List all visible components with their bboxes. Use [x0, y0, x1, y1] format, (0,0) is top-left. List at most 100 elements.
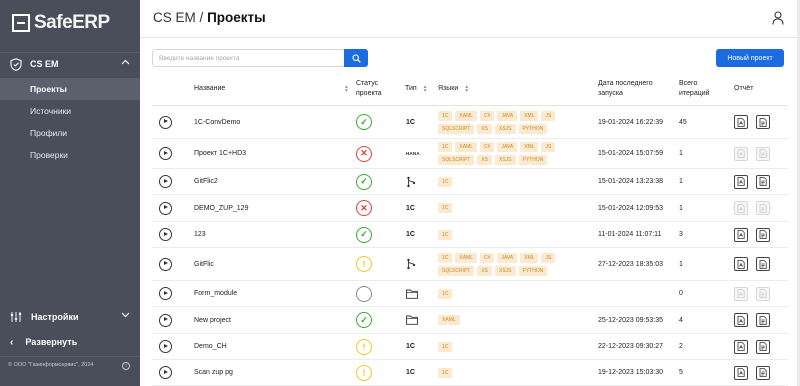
- search-icon: [351, 53, 361, 63]
- column-header-status[interactable]: Статус проекта: [356, 72, 390, 106]
- table-row[interactable]: GitFlic! 1C XAML C# JAVA XML JS SQLSCRIPT XS XSJS…: [152, 248, 788, 281]
- pdf-report-button[interactable]: [734, 227, 748, 242]
- pdf-report-button[interactable]: [734, 201, 748, 215]
- run-scan-button[interactable]: [159, 147, 172, 160]
- pdf-report-button[interactable]: [734, 146, 748, 161]
- doc-icon: [759, 368, 767, 377]
- git-branch-icon: [407, 258, 416, 270]
- table-row[interactable]: GitFlic2 ✓ 1C 15-01-2024 13:23:38 1: [152, 169, 788, 195]
- run-scan-button[interactable]: [159, 287, 172, 300]
- last-run-date: 27-12-2023 18:35:03: [598, 260, 663, 268]
- run-scan-button[interactable]: [159, 257, 172, 271]
- iterations-count: 5: [679, 369, 683, 376]
- project-name-link[interactable]: Demo_CH: [194, 343, 227, 350]
- table-body: 1C-ConvDemo ✓ 1C 1C XAML C# JAVA XML JS SQLSCRIPT…: [152, 106, 788, 386]
- run-scan-button[interactable]: [159, 228, 172, 241]
- pdf-report-button[interactable]: [734, 257, 748, 271]
- new-project-button[interactable]: Новый проект: [716, 49, 784, 67]
- doc-report-button[interactable]: [756, 201, 770, 215]
- language-tags: 1C: [438, 341, 588, 352]
- doc-report-button[interactable]: [756, 174, 770, 189]
- doc-report-button[interactable]: [756, 257, 770, 271]
- run-scan-button[interactable]: [159, 115, 172, 129]
- column-header-name[interactable]: Название ▲ ▼: [194, 72, 349, 106]
- doc-icon: [759, 203, 767, 213]
- table-row[interactable]: 123 ✓ 1C 1C 11-01-2024 11:07:11 3: [152, 222, 788, 248]
- info-icon[interactable]: i: [122, 362, 130, 370]
- git-branch-icon: [407, 176, 416, 187]
- user-icon[interactable]: [772, 11, 784, 25]
- doc-icon: [759, 117, 767, 127]
- language-tag: XSJS: [495, 265, 516, 276]
- pdf-report-button[interactable]: [734, 286, 748, 301]
- pdf-icon: [737, 230, 745, 239]
- table-row[interactable]: Demo_CH! 1C 1C 22-12-2023 09:30:27 2: [152, 334, 788, 360]
- breadcrumb-product[interactable]: CS EM: [153, 10, 196, 25]
- project-name-link[interactable]: New project: [194, 317, 231, 324]
- pdf-report-button[interactable]: [734, 365, 748, 380]
- sidebar-section-cs-em[interactable]: CS EM: [0, 52, 140, 76]
- sidebar-item-label: Проекты: [30, 84, 67, 94]
- doc-report-button[interactable]: [756, 227, 770, 242]
- sidebar-item-sources[interactable]: Источники: [0, 100, 140, 122]
- table-row[interactable]: Проект 1С+HD3 ✕ HANA 1C XAML C# JAVA XML JS SQLSC…: [152, 139, 788, 169]
- language-tag: 1C: [438, 229, 453, 240]
- column-header-iterations[interactable]: Всего итераций: [679, 72, 719, 106]
- column-header-label: Дата последнего запуска: [598, 80, 653, 97]
- project-name-link[interactable]: 123: [194, 231, 206, 238]
- doc-report-button[interactable]: [756, 146, 770, 161]
- project-name-link[interactable]: GitFlic2: [194, 178, 218, 185]
- pdf-report-button[interactable]: [734, 174, 748, 189]
- project-name-link[interactable]: Form_module: [194, 290, 237, 297]
- project-name-link[interactable]: DEMO_ZUP_129: [194, 205, 248, 212]
- language-tag: JAVA: [497, 252, 518, 263]
- doc-report-button[interactable]: [756, 286, 770, 301]
- sidebar-nav: Проекты Источники Профили Проверки: [0, 78, 140, 166]
- search-input[interactable]: [152, 49, 344, 67]
- sidebar-item-checks[interactable]: Проверки: [0, 144, 140, 166]
- doc-report-button[interactable]: [756, 313, 770, 327]
- column-header-label: Статус проекта: [356, 80, 382, 97]
- run-scan-button[interactable]: [159, 366, 172, 379]
- pdf-report-button[interactable]: [734, 115, 748, 129]
- search-button[interactable]: [344, 49, 368, 67]
- chevron-left-icon: ‹: [10, 336, 14, 348]
- doc-report-button[interactable]: [756, 339, 770, 354]
- doc-report-button[interactable]: [756, 365, 770, 380]
- page-title: Проекты: [207, 10, 266, 25]
- column-header-type[interactable]: Тип ▲ ▼: [405, 72, 428, 106]
- sidebar-item-profiles[interactable]: Профили: [0, 122, 140, 144]
- run-scan-button[interactable]: [159, 313, 172, 327]
- sidebar-item-projects[interactable]: Проекты: [0, 78, 140, 100]
- table-row[interactable]: Scan zup pg! 1C 1C 19-12-2023 15:03:30 5: [152, 360, 788, 386]
- header: CS EM / Проекты: [140, 0, 800, 38]
- doc-report-button[interactable]: [756, 115, 770, 129]
- project-name-link[interactable]: GitFlic: [194, 261, 214, 268]
- language-tag: XAML: [455, 142, 478, 152]
- folder-icon: [406, 289, 418, 299]
- footer-divider: [0, 356, 140, 357]
- copyright-text: © ООО "Газинформсервис", 2024: [8, 362, 94, 368]
- table-row[interactable]: DEMO_ZUP_129 ✕ 1C 1C 15-01-2024 12:09:53 1: [152, 195, 788, 222]
- project-name-link[interactable]: Проект 1С+HD3: [194, 150, 246, 157]
- project-name-link[interactable]: Scan zup pg: [194, 369, 233, 376]
- pdf-report-button[interactable]: [734, 313, 748, 327]
- run-scan-button[interactable]: [159, 175, 172, 188]
- column-header-langs[interactable]: Языки ▲ ▼: [438, 72, 469, 106]
- run-scan-button[interactable]: [159, 201, 172, 215]
- pdf-icon: [737, 259, 745, 269]
- table-row[interactable]: New project ✓ XAML 25-12-2023 09:53:35 4: [152, 307, 788, 334]
- pdf-icon: [737, 117, 745, 127]
- run-scan-button[interactable]: [159, 340, 172, 353]
- column-header-last-run[interactable]: Дата последнего запуска: [598, 72, 668, 106]
- table-row[interactable]: 1C-ConvDemo ✓ 1C 1C XAML C# JAVA XML JS SQLSCRIPT…: [152, 106, 788, 139]
- sidebar-settings[interactable]: Настройки: [0, 306, 140, 328]
- iterations-count: 3: [679, 231, 683, 238]
- chevron-down-icon: [121, 312, 130, 318]
- language-tag: XS: [477, 123, 493, 134]
- table-row[interactable]: Form_module 1C 0: [152, 281, 788, 307]
- sidebar-expand-button[interactable]: ‹ Развернуть: [0, 331, 140, 353]
- pdf-report-button[interactable]: [734, 339, 748, 354]
- doc-icon: [759, 149, 767, 158]
- project-name-link[interactable]: 1C-ConvDemo: [194, 119, 240, 126]
